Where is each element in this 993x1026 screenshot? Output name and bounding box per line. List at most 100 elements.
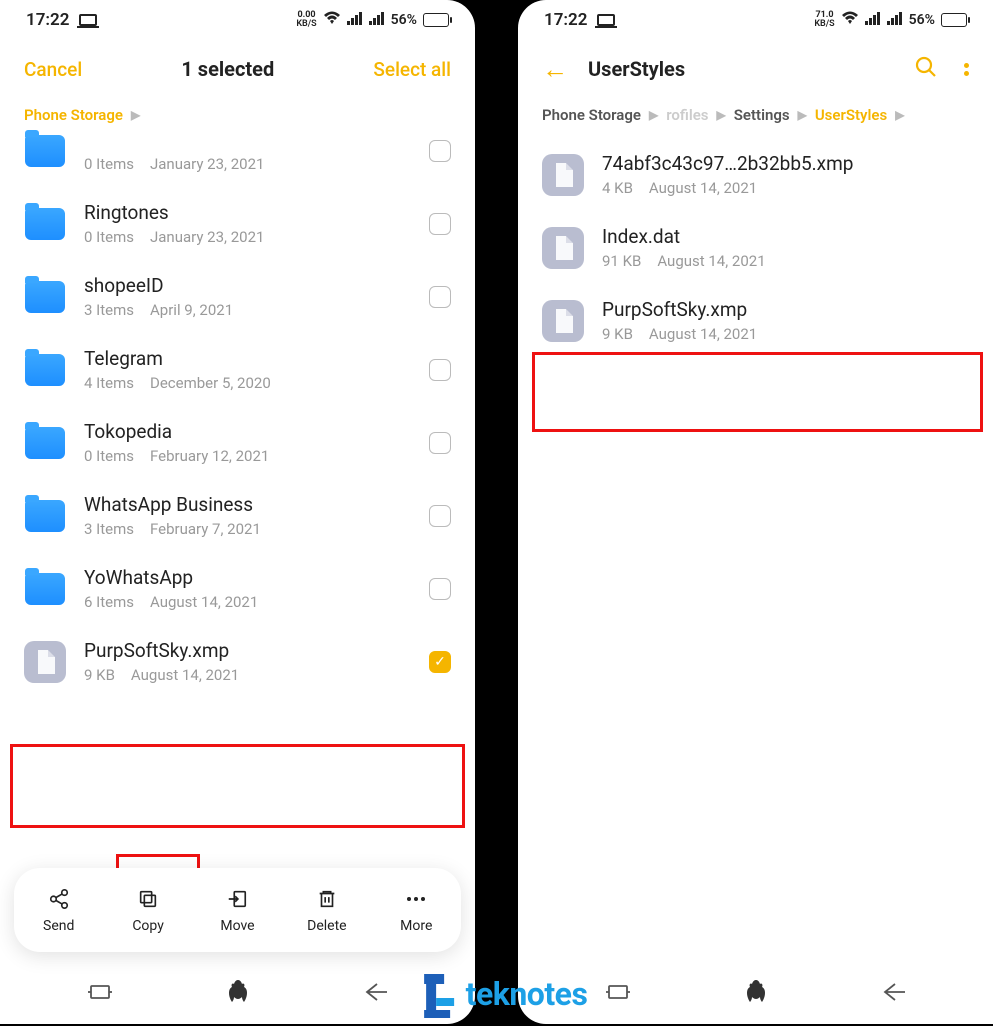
file-icon	[24, 644, 66, 680]
send-button[interactable]: Send	[27, 886, 91, 934]
recents-button[interactable]	[606, 983, 630, 1005]
delete-button[interactable]: Delete	[295, 886, 359, 934]
checkbox[interactable]: ✓	[429, 651, 451, 673]
item-name: WhatsApp Business	[84, 493, 411, 516]
breadcrumb-item[interactable]: Phone Storage	[542, 106, 641, 124]
copy-button[interactable]: Copy	[116, 886, 180, 934]
item-name: Ringtones	[84, 201, 411, 224]
checkbox[interactable]	[429, 213, 451, 235]
item-name: Telegram	[84, 347, 411, 370]
list-item[interactable]: YoWhatsApp 6 ItemsAugust 14, 2021	[2, 552, 473, 625]
checkbox[interactable]	[429, 505, 451, 527]
action-label: Copy	[132, 918, 164, 934]
item-meta: 4 ItemsDecember 5, 2020	[84, 374, 411, 392]
chevron-right-icon: ▶	[798, 108, 807, 122]
back-button[interactable]	[365, 982, 387, 1006]
list-item[interactable]: Telegram 4 ItemsDecember 5, 2020	[2, 333, 473, 406]
item-meta: 3 ItemsApril 9, 2021	[84, 301, 411, 319]
action-label: Move	[220, 918, 254, 934]
watermark-text: teknotes	[466, 975, 588, 1013]
move-icon	[226, 886, 248, 912]
file-icon	[542, 303, 584, 339]
signal-icon-2	[369, 12, 385, 29]
list-item[interactable]: PurpSoftSky.xmp9 KBAugust 14, 2021	[520, 284, 991, 357]
item-name: YoWhatsApp	[84, 566, 411, 589]
file-list[interactable]: Podcasts0 ItemsJanuary 23, 2021 Ringtones…	[0, 128, 475, 698]
checkbox[interactable]	[429, 432, 451, 454]
page-title: UserStyles	[588, 57, 685, 81]
list-item[interactable]: WhatsApp Business 3 ItemsFebruary 7, 2021	[2, 479, 473, 552]
laptop-icon	[79, 14, 97, 26]
item-body: PurpSoftSky.xmp9 KBAugust 14, 2021	[602, 298, 969, 343]
select-all-button[interactable]: Select all	[373, 58, 451, 81]
more-button[interactable]: More	[384, 886, 448, 934]
item-name: shopeeID	[84, 274, 411, 297]
file-list[interactable]: 74abf3c43c97…2b32bb5.xmp4 KBAugust 14, 2…	[518, 138, 993, 357]
more-menu-icon[interactable]	[964, 63, 969, 76]
cancel-button[interactable]: Cancel	[24, 58, 82, 81]
item-body: Podcasts0 ItemsJanuary 23, 2021	[84, 128, 411, 173]
chevron-right-icon: ▶	[131, 108, 140, 122]
battery-percent: 56%	[909, 12, 935, 28]
list-item[interactable]: Tokopedia0 ItemsFebruary 12, 2021	[2, 406, 473, 479]
chevron-right-icon: ▶	[717, 108, 726, 122]
item-body: 74abf3c43c97…2b32bb5.xmp4 KBAugust 14, 2…	[602, 152, 969, 197]
signal-icon	[347, 12, 363, 29]
recents-button[interactable]	[88, 983, 112, 1005]
breadcrumb-item[interactable]: rofiles	[666, 106, 708, 124]
home-button[interactable]	[228, 980, 248, 1008]
breadcrumb-item[interactable]: Settings	[734, 106, 790, 124]
checkbox[interactable]	[429, 578, 451, 600]
list-item[interactable]: PurpSoftSky.xmp9 KBAugust 14, 2021✓	[2, 625, 473, 698]
item-body: Index.dat91 KBAugust 14, 2021	[602, 225, 969, 270]
action-label: Send	[43, 918, 74, 934]
highlight-annotation	[10, 744, 465, 828]
laptop-icon	[597, 14, 615, 26]
item-meta: 3 ItemsFebruary 7, 2021	[84, 520, 411, 538]
action-label: Delete	[307, 918, 346, 934]
folder-icon	[24, 425, 66, 461]
battery-percent: 56%	[391, 12, 417, 28]
share-icon	[48, 886, 70, 912]
battery-icon	[423, 13, 449, 27]
signal-icon	[865, 12, 881, 29]
network-speed: 71.0KB/S	[814, 11, 834, 29]
item-meta: 9 KBAugust 14, 2021	[602, 325, 969, 343]
breadcrumb-item[interactable]: UserStyles	[815, 106, 887, 124]
file-icon	[542, 230, 584, 266]
item-name: Index.dat	[602, 225, 969, 248]
item-meta: 6 ItemsAugust 14, 2021	[84, 593, 411, 611]
list-item[interactable]: Index.dat91 KBAugust 14, 2021	[520, 211, 991, 284]
screenshot-left: 17:22 0.00KB/S 56% Cancel 1 selected Sel…	[0, 0, 475, 1024]
item-meta: 0 ItemsJanuary 23, 2021	[84, 228, 411, 246]
item-meta: 0 ItemsFebruary 12, 2021	[84, 447, 411, 465]
watermark: teknotes	[406, 966, 588, 1022]
chevron-right-icon: ▶	[895, 108, 904, 122]
list-item[interactable]: shopeeID 3 ItemsApril 9, 2021	[2, 260, 473, 333]
search-icon[interactable]	[914, 55, 938, 84]
item-body: shopeeID 3 ItemsApril 9, 2021	[84, 274, 411, 319]
list-item[interactable]: Ringtones 0 ItemsJanuary 23, 2021	[2, 187, 473, 260]
folder-icon	[24, 498, 66, 534]
back-button[interactable]	[883, 982, 905, 1006]
checkbox[interactable]	[429, 140, 451, 162]
breadcrumb[interactable]: Phone Storage ▶ rofiles ▶ Settings ▶ Use…	[518, 98, 993, 138]
action-label: More	[400, 918, 432, 934]
status-time: 17:22	[544, 10, 587, 30]
back-arrow-icon[interactable]: ←	[542, 54, 568, 85]
list-item[interactable]: 74abf3c43c97…2b32bb5.xmp4 KBAugust 14, 2…	[520, 138, 991, 211]
wifi-icon	[841, 11, 859, 29]
status-bar: 17:22 0.00KB/S 56%	[0, 0, 475, 40]
breadcrumb-item[interactable]: Phone Storage	[24, 106, 123, 124]
move-button[interactable]: Move	[205, 886, 269, 934]
checkbox[interactable]	[429, 286, 451, 308]
item-meta: 4 KBAugust 14, 2021	[602, 179, 969, 197]
folder-icon	[24, 279, 66, 315]
folder-icon	[24, 133, 66, 169]
wifi-icon	[323, 11, 341, 29]
checkbox[interactable]	[429, 359, 451, 381]
list-item[interactable]: Podcasts0 ItemsJanuary 23, 2021	[2, 128, 473, 187]
trash-icon	[316, 886, 338, 912]
item-body: Ringtones 0 ItemsJanuary 23, 2021	[84, 201, 411, 246]
home-button[interactable]	[746, 980, 766, 1008]
